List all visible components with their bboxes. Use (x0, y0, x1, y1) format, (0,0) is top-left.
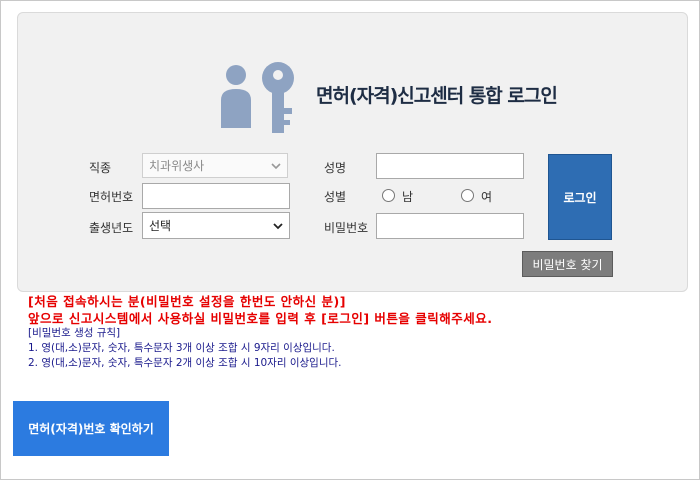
job-label: 직종 (89, 161, 112, 175)
birth-year-value: 선택 (149, 219, 172, 233)
chevron-down-icon (273, 222, 283, 229)
birth-year-label: 출생년도 (89, 221, 134, 235)
name-input[interactable] (376, 153, 524, 179)
password-rule-title: [비밀번호 생성 규칙] (28, 327, 121, 339)
password-label: 비밀번호 (324, 221, 369, 235)
password-input[interactable] (376, 213, 524, 239)
license-no-label: 면허번호 (89, 190, 134, 204)
name-label: 성명 (324, 161, 347, 175)
license-no-input[interactable] (142, 183, 290, 209)
gender-label: 성별 (324, 190, 347, 204)
login-button[interactable]: 로그인 (548, 154, 612, 240)
gender-male-label: 남 (402, 190, 414, 204)
chevron-down-icon (271, 162, 281, 169)
gender-male-radio[interactable] (382, 189, 395, 202)
page-title: 면허(자격)신고센터 통합 로그인 (316, 85, 558, 107)
verify-license-button[interactable]: 면허(자격)번호 확인하기 (13, 401, 169, 456)
login-panel: 면허(자격)신고센터 통합 로그인 (17, 12, 688, 292)
birth-year-select[interactable]: 선택 (142, 212, 290, 239)
find-password-button[interactable]: 비밀번호 찾기 (522, 251, 613, 277)
gender-female-radio[interactable] (461, 189, 474, 202)
gender-female-label: 여 (481, 190, 493, 204)
job-select-value: 치과위생사 (149, 159, 205, 173)
user-key-icon (221, 62, 294, 133)
password-rule-2: 2. 영(대,소)문자, 숫자, 특수문자 2개 이상 조합 시 10자리 이상… (28, 357, 342, 369)
job-select: 치과위생사 (142, 153, 288, 178)
password-rule-1: 1. 영(대,소)문자, 숫자, 특수문자 3개 이상 조합 시 9자리 이상입… (28, 342, 335, 354)
